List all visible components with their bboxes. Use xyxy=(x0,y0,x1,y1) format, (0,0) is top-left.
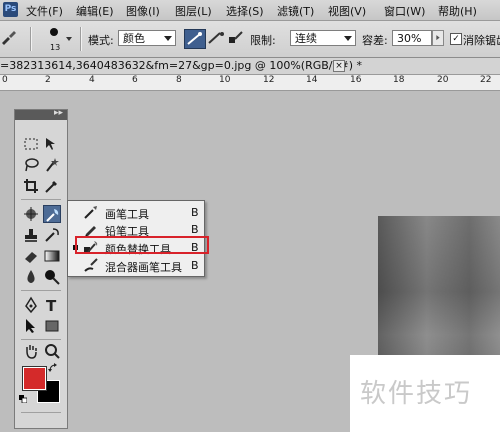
ruler-label: 6 xyxy=(132,75,138,85)
tools-panel: ▸▸ T xyxy=(14,108,68,429)
antialias-label: 消除锯齿 xyxy=(463,34,500,47)
separator xyxy=(21,290,61,291)
gradient-tool-icon[interactable] xyxy=(43,247,61,265)
ruler-label: 0 xyxy=(2,75,8,85)
flyout-item-label: 混合器画笔工具 xyxy=(105,261,182,274)
ruler-label: 16 xyxy=(350,75,362,85)
ruler-label: 20 xyxy=(437,75,449,85)
ruler-label: 12 xyxy=(263,75,275,85)
ruler-label: 18 xyxy=(393,75,405,85)
sampling-background-icon[interactable] xyxy=(226,29,246,47)
foreground-color-swatch[interactable] xyxy=(22,366,47,391)
separator xyxy=(21,412,61,413)
ruler-label: 10 xyxy=(219,75,231,85)
limit-value: 连续 xyxy=(295,32,317,45)
svg-text:T: T xyxy=(46,297,57,314)
options-bar: 13 模式: 颜色 限制: 连续 容差: 30% ✓ 消除锯齿 xyxy=(0,21,500,58)
rectangle-tool-icon[interactable] xyxy=(43,317,61,335)
brush-preview-icon[interactable] xyxy=(44,25,64,43)
antialias-checkbox[interactable]: ✓ xyxy=(450,33,462,45)
menu-help[interactable]: 帮助(H) xyxy=(438,3,477,19)
limit-dropdown[interactable]: 连续 xyxy=(290,30,356,46)
tolerance-value: 30% xyxy=(397,32,422,45)
flyout-item-shortcut: B xyxy=(191,259,199,272)
menu-select[interactable]: 选择(S) xyxy=(226,3,264,19)
color-replacement-tool-icon[interactable] xyxy=(43,205,61,223)
hand-tool-icon[interactable] xyxy=(22,342,40,360)
pen-tool-icon[interactable] xyxy=(22,296,40,314)
expand-panel-icon[interactable]: ▸▸ xyxy=(54,108,63,118)
photoshop-logo-icon[interactable]: Ps xyxy=(3,2,18,17)
brush-size-label: 13 xyxy=(50,43,61,52)
separator xyxy=(21,199,61,200)
horizontal-ruler: 0 2 4 6 8 10 12 14 16 18 20 22 xyxy=(0,75,500,91)
sampling-continuous-icon[interactable] xyxy=(184,29,206,49)
pencil-icon xyxy=(83,221,99,237)
highlight-annotation-box xyxy=(75,236,209,254)
chevron-down-icon[interactable] xyxy=(65,33,73,41)
clone-stamp-tool-icon[interactable] xyxy=(22,226,40,244)
flyout-item-mixer-brush[interactable]: 混合器画笔工具 B xyxy=(68,256,204,274)
ruler-label: 8 xyxy=(176,75,182,85)
quick-selection-tool-icon[interactable] xyxy=(43,156,61,174)
swap-colors-icon[interactable] xyxy=(48,363,58,373)
default-colors-icon[interactable] xyxy=(19,393,28,404)
tools-panel-header[interactable]: ▸▸ xyxy=(15,108,67,120)
limit-label: 限制: xyxy=(250,34,276,47)
ruler-label: 22 xyxy=(480,75,492,85)
chevron-down-icon xyxy=(344,36,352,41)
sampling-once-icon[interactable] xyxy=(206,29,226,47)
eyedropper-tool-icon[interactable] xyxy=(43,177,61,195)
flyout-item-brush[interactable]: 画笔工具 B xyxy=(68,203,204,221)
menu-window[interactable]: 窗口(W) xyxy=(384,3,425,19)
document-tab[interactable]: =382313614,3640483632&fm=27&gp=0.jpg @ 1… xyxy=(0,58,500,75)
ruler-label: 2 xyxy=(45,75,51,85)
crop-tool-icon[interactable] xyxy=(22,177,40,195)
separator xyxy=(30,27,32,51)
mixer-brush-icon xyxy=(83,257,99,273)
menu-filter[interactable]: 滤镜(T) xyxy=(277,3,314,19)
move-tool-icon[interactable] xyxy=(43,135,61,153)
menu-bar: Ps 文件(F) 编辑(E) 图像(I) 图层(L) 选择(S) 滤镜(T) 视… xyxy=(0,0,500,21)
zoom-tool-icon[interactable] xyxy=(43,342,61,360)
mode-value: 颜色 xyxy=(123,32,145,45)
separator xyxy=(80,27,82,51)
watermark-text: 软件技巧 xyxy=(360,379,473,409)
chevron-down-icon xyxy=(164,36,172,41)
spot-healing-tool-icon[interactable] xyxy=(22,205,40,223)
document-title: =382313614,3640483632&fm=27&gp=0.jpg @ 1… xyxy=(0,59,362,72)
flyout-item-shortcut: B xyxy=(191,206,199,219)
path-selection-tool-icon[interactable] xyxy=(22,317,40,335)
menu-layer[interactable]: 图层(L) xyxy=(175,3,212,19)
ruler-label: 4 xyxy=(89,75,95,85)
tolerance-label: 容差: xyxy=(362,34,388,47)
menu-image[interactable]: 图像(I) xyxy=(126,3,160,19)
menu-edit[interactable]: 编辑(E) xyxy=(76,3,114,19)
tolerance-input[interactable]: 30% xyxy=(392,30,432,46)
menu-file[interactable]: 文件(F) xyxy=(26,3,63,19)
type-tool-icon[interactable]: T xyxy=(43,296,61,315)
close-icon[interactable]: × xyxy=(333,60,345,72)
lasso-tool-icon[interactable] xyxy=(22,156,40,174)
eraser-tool-icon[interactable] xyxy=(22,247,40,265)
flyout-item-shortcut: B xyxy=(191,223,199,236)
menu-view[interactable]: 视图(V) xyxy=(328,3,366,19)
marquee-tool-icon[interactable] xyxy=(22,135,40,153)
ruler-label: 14 xyxy=(306,75,318,85)
mode-dropdown[interactable]: 颜色 xyxy=(118,30,176,46)
brush-icon xyxy=(83,204,99,220)
tolerance-stepper[interactable] xyxy=(432,30,444,46)
history-brush-tool-icon[interactable] xyxy=(43,226,61,244)
mode-label: 模式: xyxy=(88,34,114,47)
separator xyxy=(21,339,61,340)
dodge-tool-icon[interactable] xyxy=(43,268,61,286)
blur-tool-icon[interactable] xyxy=(22,268,40,286)
tool-preset-icon[interactable] xyxy=(0,29,20,47)
